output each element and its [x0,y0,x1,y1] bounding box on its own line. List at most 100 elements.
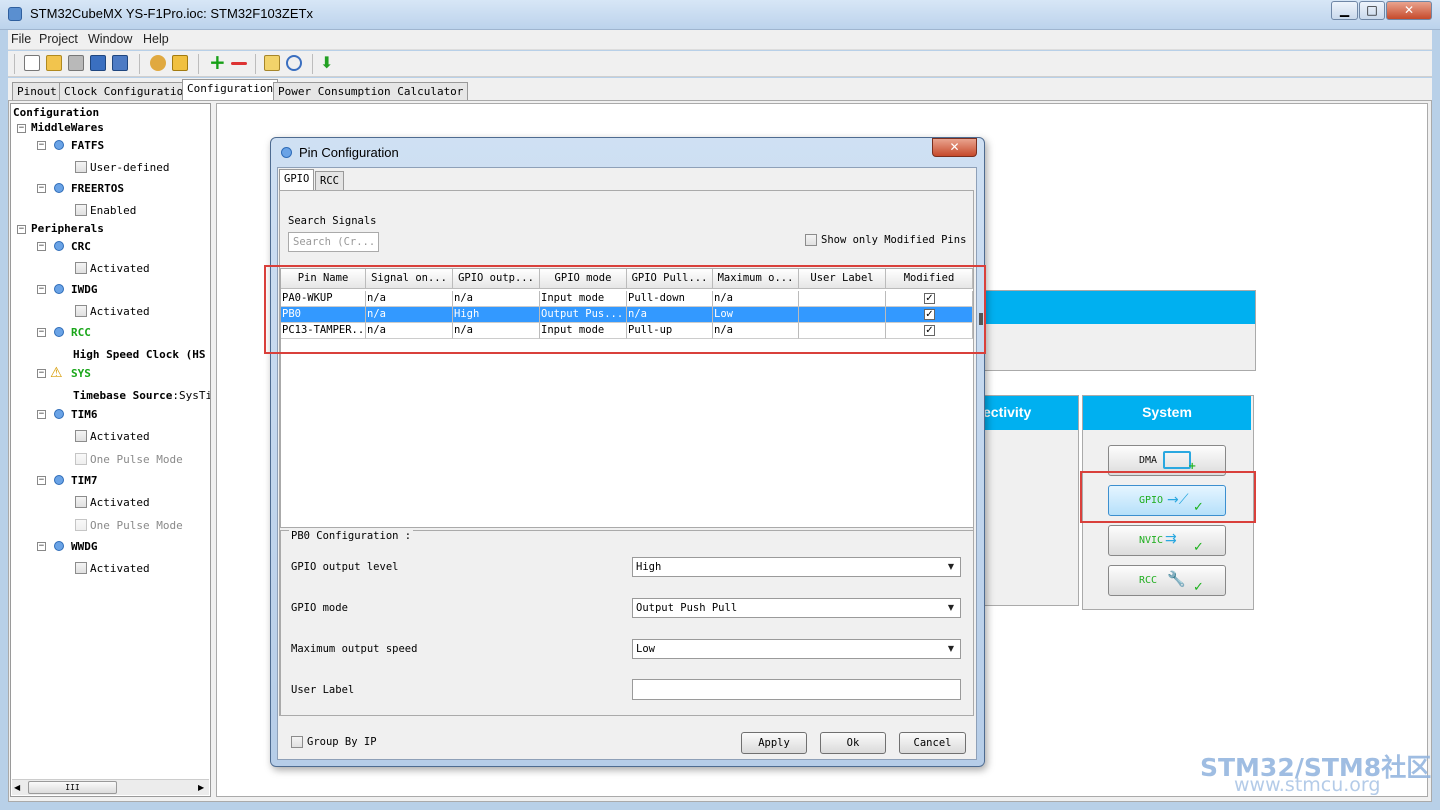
tim6-one-pulse-checkbox [75,453,87,465]
collapse-icon[interactable]: − [37,542,46,551]
dma-label: DMA [1139,455,1158,466]
menu-file[interactable]: File [11,32,31,46]
connectivity-header: ectivity [981,396,1078,430]
tree-rcc[interactable]: RCC [71,326,91,339]
search-pin-icon[interactable] [286,55,302,71]
gear-icon [54,241,64,251]
tree-tim6[interactable]: TIM6 [71,408,98,421]
tim6-activated-checkbox[interactable] [75,430,87,442]
iwdg-checkbox[interactable] [75,305,87,317]
group-by-ip-checkbox[interactable] [291,736,303,748]
middleware-panel-header [981,291,1255,324]
tim7-activated-checkbox[interactable] [75,496,87,508]
cancel-button[interactable]: Cancel [899,732,966,754]
tree-iwdg[interactable]: IWDG [71,283,98,296]
scroll-thumb[interactable]: III [28,781,117,794]
tree-wwdg[interactable]: WWDG [71,540,98,553]
collapse-icon[interactable]: − [17,225,26,234]
collapse-icon[interactable]: − [37,184,46,193]
user-label-label: User Label [291,684,355,696]
nvic-button[interactable]: NVIC ⇉ ✓ [1108,525,1226,556]
user-label-input[interactable] [632,679,961,700]
menu-project[interactable]: Project [39,32,78,46]
tree-middlewares[interactable]: MiddleWares [31,121,104,134]
chevron-down-icon[interactable]: ▼ [944,601,958,615]
max-output-speed-select[interactable]: Low ▼ [632,639,961,659]
freertos-checkbox[interactable] [75,204,87,216]
collapse-icon[interactable]: − [37,369,46,378]
freertos-option-label: Enabled [90,204,137,217]
fatfs-option-label: User-defined [90,161,170,174]
chevron-down-icon[interactable]: ▼ [944,642,958,656]
tree-sys[interactable]: SYS [71,367,91,380]
tab-power-consumption[interactable]: Power Consumption Calculator [273,82,469,100]
title-bar: STM32CubeMX YS-F1Pro.ioc: STM32F103ZETx … [0,0,1440,30]
save-as-icon[interactable] [112,55,128,71]
gpio-mode-label: GPIO mode [291,602,348,614]
show-modified-checkbox[interactable] [805,234,817,246]
add-icon[interactable]: + [209,52,226,72]
rcc-option-label[interactable]: High Speed Clock (HS [73,348,210,361]
tab-clock-configuration[interactable]: Clock Configuration [59,82,195,100]
output-level-select[interactable]: High ▼ [632,557,961,577]
sys-option[interactable]: Timebase Source:SysTi [73,389,210,402]
tree-horizontal-scrollbar[interactable]: ◀ III ▶ [12,779,209,795]
collapse-icon[interactable]: − [37,285,46,294]
remove-icon[interactable] [231,62,247,65]
gpio-mode-select[interactable]: Output Push Pull ▼ [632,598,961,618]
maximize-button[interactable]: □ [1359,1,1385,20]
copy-icon[interactable] [68,55,84,71]
tab-pinout[interactable]: Pinout [12,82,62,100]
menu-window[interactable]: Window [88,32,132,46]
close-button[interactable]: ✕ [1386,1,1432,20]
collapse-icon[interactable]: − [17,124,26,133]
tab-rcc[interactable]: RCC [315,171,344,191]
gear-icon [54,327,64,337]
tim6-activated-label: Activated [90,430,150,443]
gpio-highlight-box [1080,471,1256,523]
rcc-button[interactable]: RCC 🔧 ✓ [1108,565,1226,596]
group-by-ip-label: Group By IP [307,736,377,748]
wwdg-checkbox[interactable] [75,562,87,574]
search-signals-input[interactable]: Search (Cr... [288,232,379,252]
tree-peripherals[interactable]: Peripherals [31,222,104,235]
collapse-icon[interactable]: − [37,410,46,419]
gear-icon [54,409,64,419]
minimize-button[interactable]: ▁ [1331,1,1358,20]
tim6-one-pulse-label: One Pulse Mode [90,453,183,466]
chevron-down-icon[interactable]: ▼ [944,560,958,574]
gear-icon [54,541,64,551]
tab-configuration[interactable]: Configuration [182,79,279,100]
tree-tim7[interactable]: TIM7 [71,474,98,487]
tree-crc[interactable]: CRC [71,240,91,253]
dialog-close-button[interactable]: ✕ [932,138,977,157]
tab-gpio[interactable]: GPIO [279,169,315,191]
tim7-activated-label: Activated [90,496,150,509]
watermark-url: www.stmcu.org [1234,774,1381,796]
check-icon: ✓ [1193,540,1204,555]
ok-button[interactable]: Ok [820,732,886,754]
new-file-icon[interactable] [24,55,40,71]
help-icon[interactable] [264,55,280,71]
collapse-icon[interactable]: − [37,328,46,337]
collapse-icon[interactable]: − [37,476,46,485]
scroll-left-icon[interactable]: ◀ [14,783,20,792]
menu-help[interactable]: Help [143,32,169,46]
crc-checkbox[interactable] [75,262,87,274]
dialog-title: Pin Configuration [299,145,399,160]
collapse-icon[interactable]: − [37,141,46,150]
nvic-label: NVIC [1139,535,1164,546]
script-icon[interactable] [172,55,188,71]
tree-fatfs[interactable]: FATFS [71,139,104,152]
search-signals-label: Search Signals [288,215,377,227]
collapse-icon[interactable]: − [37,242,46,251]
open-folder-icon[interactable] [46,55,62,71]
tree-freertos[interactable]: FREERTOS [71,182,124,195]
save-icon[interactable] [90,55,106,71]
scroll-right-icon[interactable]: ▶ [198,783,204,792]
settings-icon[interactable] [150,55,166,71]
configuration-title: PB0 Configuration : [289,530,414,542]
generate-code-icon[interactable]: ⬇ [320,55,336,71]
fatfs-checkbox[interactable] [75,161,87,173]
apply-button[interactable]: Apply [741,732,807,754]
